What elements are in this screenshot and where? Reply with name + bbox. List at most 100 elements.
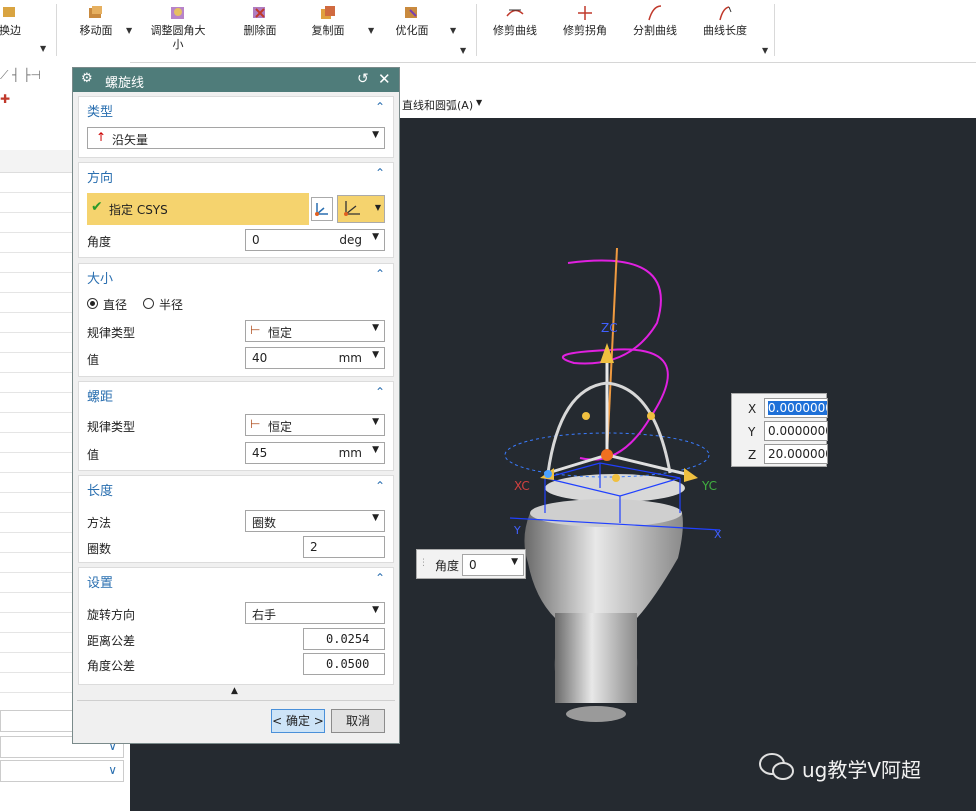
section-header-direction[interactable]: 方向 (87, 167, 113, 186)
swap-edge-button[interactable]: 换边 (0, 2, 24, 58)
method-label: 方法 (87, 516, 112, 530)
diameter-label: 直径 (103, 298, 128, 312)
trim-curve-icon (506, 9, 524, 17)
resize-blend-icon (171, 7, 184, 19)
rotation-select[interactable]: 右手 ▼ (245, 602, 385, 624)
viewport-toolbar: 直线和圆弧(A) ▼ (400, 92, 976, 118)
distance-tolerance-value: 0.0254 (326, 632, 370, 646)
point-handle[interactable] (544, 470, 552, 478)
section-header-type[interactable]: 类型 (87, 101, 113, 120)
panel-row[interactable]: ∨ (0, 760, 124, 782)
cancel-button[interactable]: 取消 (331, 709, 385, 733)
pitch-value-field[interactable]: 45 mm ▼ (245, 442, 385, 464)
drag-handle-icon[interactable]: ⋮ (419, 558, 428, 568)
coordinate-input-box: X 0.0000000 Y 0.0000000 Z 20.000000 (731, 393, 828, 467)
angle-select[interactable]: 0 ▼ (462, 554, 524, 576)
z-coord-input[interactable]: 20.000000 (764, 444, 828, 464)
collapse-icon[interactable]: ⌃ (375, 166, 385, 180)
chevron-down-icon[interactable]: ▼ (126, 26, 132, 35)
x-coord-row: X 0.0000000 (738, 398, 828, 420)
ok-button[interactable]: < 确定 > (271, 709, 325, 733)
section-header-length[interactable]: 长度 (87, 480, 113, 499)
arc-handle[interactable] (647, 412, 655, 420)
specify-csys-row[interactable]: ✔ 指定 CSYS (87, 193, 309, 225)
z-coord-row: Z 20.000000 (738, 444, 828, 466)
chevron-down-icon[interactable]: ▼ (476, 98, 482, 107)
delete-face-icon (253, 7, 265, 18)
origin-handle[interactable] (601, 449, 613, 461)
arc-handle[interactable] (612, 474, 620, 482)
chevron-down-icon[interactable]: ∨ (108, 763, 117, 777)
section-header-pitch[interactable]: 螺距 (87, 386, 113, 405)
chevron-down-icon[interactable]: ▼ (450, 26, 456, 35)
size-value: 40 (252, 351, 268, 365)
watermark-text: ug教学V阿超 (802, 758, 922, 782)
chevron-down-icon: ▼ (372, 130, 379, 140)
x-coord-input[interactable]: 0.0000000 (764, 398, 828, 418)
collapse-icon[interactable]: ⌃ (375, 571, 385, 585)
xc-label: XC (514, 479, 530, 493)
chevron-down-icon[interactable]: ▼ (40, 44, 46, 53)
size-unit: mm (338, 351, 362, 365)
y-coord-input[interactable]: 0.0000000 (764, 421, 828, 441)
chevron-down-icon[interactable]: ▼ (762, 46, 768, 55)
pitch-law-select[interactable]: ⊢ 恒定 ▼ (245, 414, 385, 436)
trim-curve-button[interactable]: 修剪曲线 (490, 2, 540, 58)
move-face-button[interactable]: 移动面 (74, 2, 118, 58)
collapse-icon[interactable]: ⌃ (375, 385, 385, 399)
size-value-label: 值 (87, 353, 100, 367)
snap-toolbar[interactable]: ⟋ ┤ ├⊣ (0, 68, 41, 83)
chevron-down-icon: ▼ (372, 232, 379, 242)
rotation-value: 右手 (252, 608, 277, 622)
type-select[interactable]: ↑ 沿矢量 ▼ (87, 127, 385, 149)
angle-tolerance-input[interactable]: 0.0500 (303, 653, 385, 675)
divide-curve-button[interactable]: 分割曲线 (630, 2, 680, 58)
chevron-down-icon[interactable]: ▼ (368, 26, 374, 35)
trim-corner-button[interactable]: 修剪拐角 (560, 2, 610, 58)
collapse-icon[interactable]: ⌃ (375, 267, 385, 281)
section-header-settings[interactable]: 设置 (87, 572, 113, 591)
diameter-radio[interactable] (87, 298, 98, 309)
curve-length-button[interactable]: 曲线长度 (700, 2, 750, 58)
reset-icon[interactable]: ↺ (357, 71, 369, 87)
radius-radio[interactable] (143, 298, 154, 309)
y-coord-row: Y 0.0000000 (738, 421, 828, 443)
chevron-down-icon: ▼ (374, 203, 381, 212)
size-law-select[interactable]: ⊢ 恒定 ▼ (245, 320, 385, 342)
y-arrow-icon[interactable] (684, 468, 698, 482)
dialog-titlebar[interactable]: ⚙ 螺旋线 ↺ ✕ (73, 68, 399, 92)
angle-input-box: ⋮ 角度 0 ▼ (416, 549, 526, 579)
collapse-icon[interactable]: ⌃ (375, 100, 385, 114)
csys-type-button[interactable]: ▼ (337, 195, 385, 223)
divide-curve-icon (648, 5, 662, 21)
shoulder-face[interactable] (530, 499, 682, 527)
collapse-icon[interactable]: ⌃ (375, 479, 385, 493)
distance-tolerance-input[interactable]: 0.0254 (303, 628, 385, 650)
zc-label: ZC (601, 321, 618, 335)
lines-arcs-menu[interactable]: 直线和圆弧(A) (402, 97, 473, 113)
angle-unit: deg (339, 233, 362, 247)
resize-blend-button[interactable]: 调整圆角大 小 (146, 2, 210, 58)
csys-dialog-button[interactable] (311, 197, 333, 221)
copy-face-button[interactable]: 复制面 (306, 2, 350, 58)
chevron-down-icon[interactable]: ▼ (460, 46, 466, 55)
method-select[interactable]: 圈数 ▼ (245, 510, 385, 532)
expand-more-icon[interactable]: ▲ (231, 686, 238, 696)
turns-input[interactable]: 2 (303, 536, 385, 558)
section-header-size[interactable]: 大小 (87, 268, 113, 287)
delete-face-button[interactable]: 删除面 (238, 2, 282, 58)
gear-icon[interactable]: ⚙ (81, 71, 93, 86)
point-icon[interactable]: ✚ (0, 92, 10, 106)
size-value-field[interactable]: 40 mm ▼ (245, 347, 385, 369)
pitch-unit: mm (338, 446, 362, 460)
close-icon[interactable]: ✕ (378, 70, 391, 88)
bulb-tip[interactable] (566, 706, 626, 722)
arc-handle[interactable] (582, 412, 590, 420)
trim-curve-label: 修剪曲线 (493, 24, 537, 37)
bulb-model[interactable] (524, 474, 685, 722)
optimize-face-button[interactable]: 优化面 (390, 2, 434, 58)
bulb-neck[interactable] (555, 613, 637, 703)
y-coord-label: Y (748, 425, 756, 439)
angle-field[interactable]: 0 deg ▼ (245, 229, 385, 251)
section-length: 长度 ⌃ 方法 圈数 ▼ 圈数 2 (78, 475, 394, 563)
